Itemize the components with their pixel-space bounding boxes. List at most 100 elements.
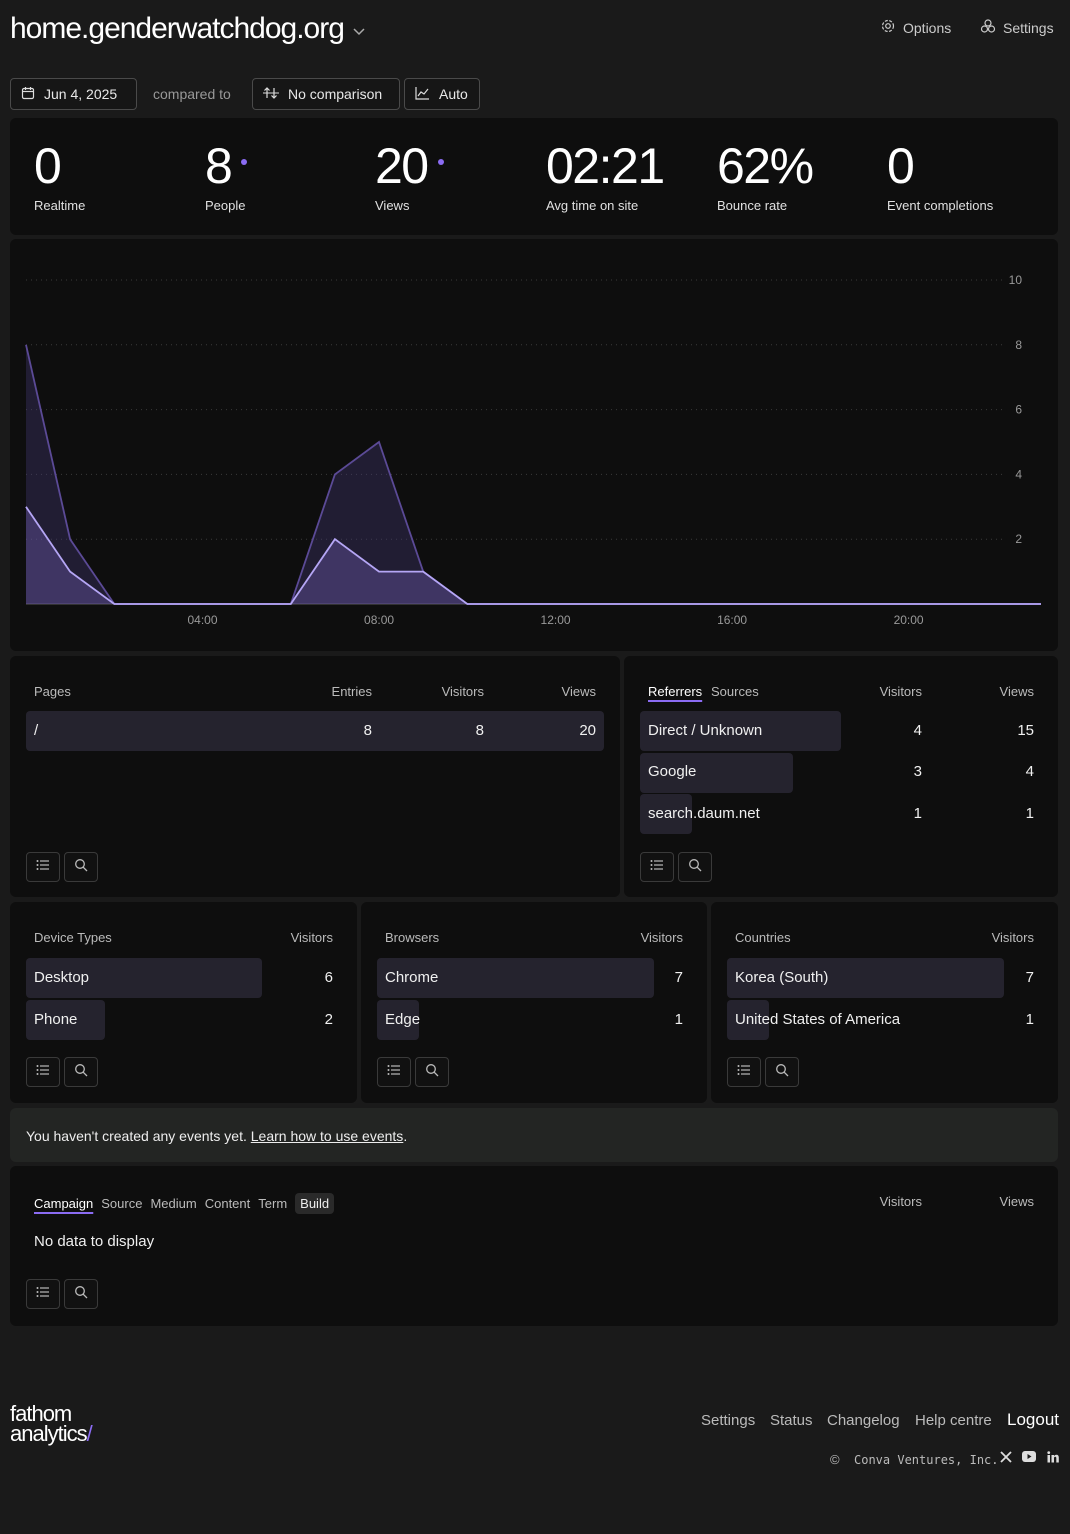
footer-settings-link[interactable]: Settings	[701, 1412, 755, 1429]
browser-name[interactable]: Edge	[385, 1011, 420, 1028]
calendar-icon	[21, 86, 35, 103]
referrer-name[interactable]: Direct / Unknown	[648, 722, 762, 739]
footer-changelog-link[interactable]: Changelog	[827, 1412, 900, 1429]
footer-status-link[interactable]: Status	[770, 1412, 813, 1429]
search-icon	[775, 1063, 789, 1082]
footer-help-link[interactable]: Help centre	[915, 1412, 992, 1429]
tab-source[interactable]: Source	[101, 1196, 142, 1211]
events-notice-text: You haven't created any events yet.	[26, 1128, 251, 1144]
list-view-button[interactable]	[26, 1057, 60, 1087]
utm-tabs: Campaign Source Medium Content Term Buil…	[34, 1193, 335, 1214]
date-picker-button[interactable]: Jun 4, 2025	[10, 78, 137, 110]
tab-sources[interactable]: Sources	[711, 684, 759, 699]
search-button[interactable]	[64, 1279, 98, 1309]
tab-campaign[interactable]: Campaign	[34, 1196, 93, 1211]
stat-people[interactable]: 8 People	[205, 140, 248, 213]
stat-value: 0	[34, 138, 62, 194]
people-series-dot	[241, 159, 248, 165]
stat-avg-time[interactable]: 02:21 Avg time on site	[546, 140, 665, 213]
referrer-visitors: 4	[913, 722, 922, 739]
search-button[interactable]	[64, 1057, 98, 1087]
browser-name[interactable]: Chrome	[385, 969, 438, 986]
fathom-logo[interactable]: fathom analytics/	[10, 1403, 93, 1446]
logout-link[interactable]: Logout	[1007, 1410, 1059, 1430]
list-view-button[interactable]	[26, 1279, 60, 1309]
stat-label: Avg time on site	[546, 198, 639, 213]
views-series-dot	[437, 159, 444, 165]
search-button[interactable]	[64, 852, 98, 882]
learn-events-link[interactable]: Learn how to use events	[251, 1128, 404, 1144]
youtube-icon[interactable]	[1022, 1451, 1036, 1465]
search-icon	[688, 858, 702, 877]
logo-slash: /	[86, 1421, 93, 1446]
list-view-button[interactable]	[727, 1057, 761, 1087]
page-visitors: 8	[475, 722, 484, 739]
col-visitors: Visitors	[640, 930, 683, 945]
people-series-area	[26, 506, 1041, 604]
country-visitors: 1	[1025, 1011, 1034, 1028]
stat-views[interactable]: 20 Views	[375, 140, 444, 213]
people-series-line	[25, 506, 1041, 605]
stat-realtime[interactable]: 0 Realtime	[34, 140, 85, 213]
tab-medium[interactable]: Medium	[150, 1196, 196, 1211]
browser-visitors: 7	[674, 969, 683, 986]
x-twitter-icon[interactable]	[1000, 1451, 1012, 1466]
tab-term[interactable]: Term	[258, 1196, 287, 1211]
tab-referrers[interactable]: Referrers	[648, 684, 702, 699]
comparison-button[interactable]: No comparison	[252, 78, 400, 110]
device-types-card: Device Types Visitors Desktop 6 Phone 2	[10, 902, 357, 1103]
col-visitors: Visitors	[879, 1194, 922, 1209]
referrer-visitors: 3	[913, 763, 922, 780]
stat-label: Views	[375, 198, 410, 213]
col-views: Views	[999, 684, 1034, 699]
site-selector[interactable]: home.genderwatchdog.org	[10, 12, 366, 46]
chart-card: 2 4 6 8 10 04:00 08:00 12:00 16:00 20:00	[10, 239, 1058, 651]
list-icon	[650, 858, 664, 876]
chevron-down-icon	[352, 24, 366, 40]
referrer-views: 15	[1017, 722, 1034, 739]
interval-button[interactable]: Auto	[404, 78, 480, 110]
line-chart-icon	[415, 86, 430, 103]
col-visitors: Visitors	[441, 684, 484, 699]
stat-value: 62%	[717, 138, 814, 194]
y-tick-label: 6	[1015, 403, 1022, 417]
device-name[interactable]: Desktop	[34, 969, 89, 986]
tab-build[interactable]: Build	[295, 1193, 335, 1214]
options-link[interactable]: Options	[880, 18, 951, 37]
compare-arrows-icon	[263, 86, 279, 103]
device-visitors: 6	[324, 969, 333, 986]
stat-label: Event completions	[887, 198, 994, 213]
page-views: 20	[579, 722, 596, 739]
referrer-visitors: 1	[913, 805, 922, 822]
stat-bounce-rate[interactable]: 62% Bounce rate	[717, 138, 814, 213]
referrer-name[interactable]: Google	[648, 763, 696, 780]
settings-link[interactable]: Settings	[980, 18, 1054, 37]
list-icon	[36, 858, 50, 876]
search-icon	[74, 1285, 88, 1304]
search-button[interactable]	[765, 1057, 799, 1087]
country-name[interactable]: United States of America	[735, 1011, 900, 1028]
list-icon	[36, 1063, 50, 1081]
list-view-button[interactable]	[640, 852, 674, 882]
page-path[interactable]: /	[34, 722, 38, 739]
stat-label: Bounce rate	[717, 198, 788, 213]
search-button[interactable]	[678, 852, 712, 882]
stat-event-completions[interactable]: 0 Event completions	[887, 140, 993, 213]
col-views: Views	[999, 1194, 1034, 1209]
y-tick-label: 2	[1015, 532, 1022, 546]
y-tick-label: 4	[1015, 467, 1022, 481]
copyright-icon: ©	[830, 1452, 840, 1467]
tab-content[interactable]: Content	[205, 1196, 251, 1211]
linkedin-icon[interactable]	[1047, 1451, 1059, 1466]
device-name[interactable]: Phone	[34, 1011, 77, 1028]
search-button[interactable]	[415, 1057, 449, 1087]
settings-label: Settings	[1003, 19, 1054, 36]
empty-state: No data to display	[34, 1233, 155, 1250]
traffic-chart[interactable]: 2 4 6 8 10 04:00 08:00 12:00 16:00 20:00	[10, 239, 1058, 651]
list-view-button[interactable]	[26, 852, 60, 882]
referrer-name[interactable]: search.daum.net	[648, 805, 760, 822]
country-name[interactable]: Korea (South)	[735, 969, 828, 986]
device-types-title: Device Types	[34, 930, 112, 945]
referrers-card: Referrers Sources Visitors Views Direct …	[624, 656, 1058, 897]
list-view-button[interactable]	[377, 1057, 411, 1087]
